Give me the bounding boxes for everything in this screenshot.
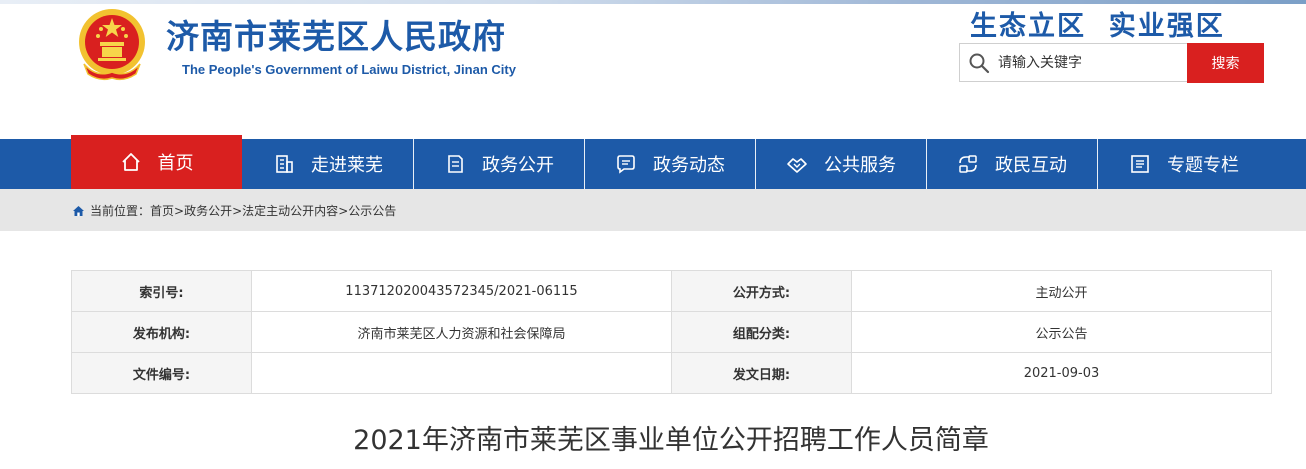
- breadcrumb-bar: 当前位置： 首页 > 政务公开 > 法定主动公开内容 > 公示公告: [0, 189, 1306, 231]
- nav-item-label: 专题专栏: [1167, 155, 1239, 176]
- site-subtitle: The People's Government of Laiwu Distric…: [182, 62, 516, 77]
- meta-label-disclosure-method: 公开方式:: [671, 270, 852, 312]
- table-row: 索引号: 113712020043572345/2021-06115 公开方式:…: [71, 270, 1272, 312]
- national-emblem-icon: [79, 9, 145, 81]
- meta-value-category: 公示公告: [851, 311, 1272, 353]
- nav-item-about-laiwu[interactable]: 走进莱芜: [243, 139, 413, 189]
- breadcrumb-link-gov-affairs[interactable]: 政务公开: [184, 202, 232, 219]
- nav-item-public-service[interactable]: 公共服务: [756, 139, 926, 189]
- meta-label-issue-date: 发文日期:: [671, 352, 852, 394]
- chat-icon: [617, 155, 635, 174]
- site-title: 济南市莱芜区人民政府: [166, 17, 506, 56]
- meta-label-publisher: 发布机构:: [71, 311, 252, 353]
- nav-item-label: 政务公开: [482, 155, 554, 176]
- building-icon: [276, 155, 293, 173]
- meta-value-disclosure-method: 主动公开: [851, 270, 1272, 312]
- meta-label-document-number: 文件编号:: [71, 352, 252, 394]
- search-input[interactable]: [998, 44, 1183, 81]
- nav-item-special-topics[interactable]: 专题专栏: [1098, 139, 1270, 189]
- meta-value-index-number: 113712020043572345/2021-06115: [251, 270, 672, 312]
- meta-value-publisher: 济南市莱芜区人力资源和社会保障局: [251, 311, 672, 353]
- meta-label-index-number: 索引号:: [71, 270, 252, 312]
- breadcrumb-separator: >: [232, 203, 243, 218]
- breadcrumb-separator: >: [174, 203, 185, 218]
- breadcrumb-separator: >: [338, 203, 349, 218]
- main-nav: 首页 走进莱芜 政务公开 政务动态 公共服务 政民互动 专题专栏: [0, 135, 1306, 189]
- nav-item-interaction[interactable]: 政民互动: [927, 139, 1097, 189]
- nav-item-label: 首页: [157, 153, 194, 174]
- nav-item-label: 政民互动: [995, 155, 1067, 176]
- site-header: 济南市莱芜区人民政府 The People's Government of La…: [0, 0, 1306, 139]
- table-row: 文件编号: 发文日期: 2021-09-03: [71, 352, 1272, 394]
- breadcrumb-link-legal-disclosure[interactable]: 法定主动公开内容: [242, 202, 338, 219]
- document-meta-table: 索引号: 113712020043572345/2021-06115 公开方式:…: [71, 270, 1272, 394]
- nav-item-label: 公共服务: [824, 155, 896, 176]
- home-icon: [121, 153, 140, 171]
- nav-item-home[interactable]: 首页: [71, 135, 242, 189]
- meta-value-document-number: [251, 352, 672, 394]
- search-box: [959, 43, 1187, 82]
- article-title: 2021年济南市莱芜区事业单位公开招聘工作人员简章: [353, 425, 989, 456]
- breadcrumb-link-announcements[interactable]: 公示公告: [348, 202, 396, 219]
- list-icon: [1131, 155, 1149, 173]
- nav-item-label: 政务动态: [653, 155, 725, 176]
- meta-value-issue-date: 2021-09-03: [851, 352, 1272, 394]
- nav-item-news[interactable]: 政务动态: [585, 139, 755, 189]
- document-icon: [448, 155, 463, 173]
- interaction-icon: [959, 155, 977, 173]
- site-slogan: 生态立区 实业强区: [970, 11, 1225, 42]
- search-icon: [969, 53, 990, 74]
- breadcrumb-prefix: 当前位置：: [90, 204, 151, 218]
- nav-item-government-affairs[interactable]: 政务公开: [414, 139, 584, 189]
- search-button[interactable]: 搜索: [1187, 43, 1264, 83]
- home-icon: [73, 205, 84, 216]
- handshake-icon: [787, 158, 807, 173]
- nav-item-label: 走进莱芜: [311, 155, 383, 176]
- breadcrumb-link-home[interactable]: 首页: [150, 202, 174, 219]
- meta-label-category: 组配分类:: [671, 311, 852, 353]
- breadcrumb: 当前位置： 首页 > 政务公开 > 法定主动公开内容 > 公示公告: [72, 202, 396, 219]
- table-row: 发布机构: 济南市莱芜区人力资源和社会保障局 组配分类: 公示公告: [71, 311, 1272, 353]
